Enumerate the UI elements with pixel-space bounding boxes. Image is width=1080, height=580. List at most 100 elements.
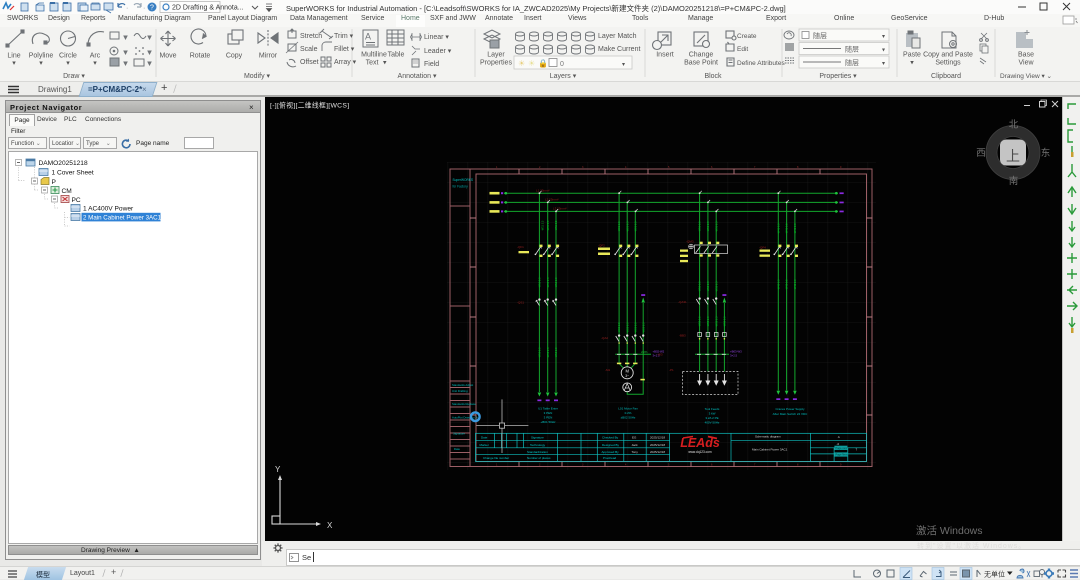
svg-text:-W11 2.5: -W11 2.5 (554, 220, 558, 231)
svg-text:-QM3: -QM3 (686, 240, 694, 244)
svg-text:[-][俯视][二维线框][WCS]: [-][俯视][二维线框][WCS] (270, 101, 349, 110)
svg-text:U1 Table Enter: U1 Table Enter (538, 407, 558, 411)
svg-text:±B02 50Hz: ±B02 50Hz (621, 416, 636, 420)
svg-text:Properties: Properties (480, 60, 512, 67)
svg-text:X: X (327, 521, 333, 530)
svg-text:Stretch: Stretch (300, 33, 322, 40)
svg-text:DAMO20251218: DAMO20251218 (39, 160, 88, 167)
svg-text:-W33 2.5: -W33 2.5 (698, 316, 702, 327)
svg-text:1 Cover Sheet: 1 Cover Sheet (52, 170, 94, 177)
svg-text:0: 0 (560, 61, 564, 68)
svg-text:-W13 2.5: -W13 2.5 (546, 347, 550, 358)
svg-text:Y: Y (275, 465, 281, 474)
svg-text:随层: 随层 (813, 31, 827, 40)
svg-text:▾: ▾ (882, 48, 885, 54)
svg-text:Copy: Copy (226, 53, 243, 60)
svg-text:L01 Motor Fan: L01 Motor Fan (618, 407, 638, 411)
svg-text:Date: Date (454, 447, 460, 451)
svg-text:-W41 2.5: -W41 2.5 (776, 223, 780, 234)
svg-text:0.2%: 0.2% (625, 411, 632, 415)
svg-text:▾: ▾ (148, 35, 151, 41)
svg-text:Date: Date (481, 436, 488, 440)
svg-text:-QA31: -QA31 (678, 300, 687, 304)
svg-text:P: P (52, 179, 57, 186)
svg-text:Signature: Signature (531, 436, 544, 440)
svg-text:-M1: -M1 (605, 368, 610, 372)
svg-text:Change file number: Change file number (483, 456, 509, 460)
svg-text:Linear ▾: Linear ▾ (424, 34, 449, 41)
svg-text:A: A (365, 32, 371, 42)
svg-text:-W31 2.5: -W31 2.5 (706, 221, 710, 232)
svg-text:-W32 2.5: -W32 2.5 (714, 281, 718, 292)
svg-text:激活 Windows: 激活 Windows (916, 524, 983, 537)
svg-text:Offset: Offset (300, 59, 319, 66)
svg-text:北: 北 (1009, 120, 1019, 131)
svg-text:-W41 2.5: -W41 2.5 (793, 223, 797, 234)
svg-text:Draw ▾: Draw ▾ (63, 73, 85, 80)
svg-text:无单位: 无单位 (984, 570, 1005, 579)
svg-text:Schematic diagram: Schematic diagram (755, 434, 781, 438)
svg-text:2025/12/18: 2025/12/18 (650, 436, 665, 440)
svg-text:-W12 2.5: -W12 2.5 (554, 277, 558, 288)
svg-text:Fillet ▾: Fillet ▾ (334, 46, 355, 53)
svg-text:▾: ▾ (39, 60, 43, 67)
svg-text:Settings: Settings (935, 60, 961, 67)
svg-text:上: 上 (1006, 148, 1020, 164)
svg-text:·: · (143, 5, 145, 12)
svg-text:▾: ▾ (882, 61, 885, 67)
svg-text:A: A (838, 435, 840, 439)
svg-text:-W13 2.5: -W13 2.5 (554, 347, 558, 358)
svg-text:View: View (1018, 60, 1034, 67)
svg-text:▾: ▾ (148, 61, 151, 67)
svg-text:?: ? (150, 5, 154, 12)
svg-text:▾: ▾ (12, 60, 16, 67)
svg-text:▾: ▾ (910, 60, 914, 67)
svg-text:Tool Feeds: Tool Feeds (705, 407, 720, 411)
svg-text:Define Attributes: Define Attributes (737, 60, 785, 67)
svg-text:Trim ▾: Trim ▾ (334, 33, 354, 40)
svg-text:-W21 2.5: -W21 2.5 (617, 221, 621, 232)
svg-text:Polyline: Polyline (29, 53, 54, 60)
svg-text:-W22 2.5: -W22 2.5 (625, 322, 629, 333)
svg-text:Rotate: Rotate (190, 53, 211, 60)
svg-text:-W22 2.5: -W22 2.5 (617, 322, 621, 333)
svg-text:▾: ▾ (124, 61, 127, 67)
svg-text:-QA2: -QA2 (601, 336, 608, 340)
svg-text:AutoPlot Drawing Ch: AutoPlot Drawing Ch (452, 416, 478, 420)
svg-text:SuperWORKS: SuperWORKS (453, 178, 474, 182)
svg-text:Arc: Arc (90, 53, 101, 60)
svg-text:南: 南 (1009, 175, 1019, 187)
svg-text:▾: ▾ (66, 60, 70, 67)
svg-text:-W42 2.5: -W42 2.5 (776, 279, 780, 290)
svg-text:Proofread: Proofread (603, 456, 617, 460)
svg-text:▾: ▾ (622, 62, 625, 68)
svg-text:Change: Change (689, 52, 714, 59)
svg-text:-W33 2.5: -W33 2.5 (714, 316, 718, 327)
svg-text:M: M (625, 369, 629, 374)
svg-text:Main Cabinet Power 3AC1: Main Cabinet Power 3AC1 (752, 448, 788, 452)
svg-text:Paste: Paste (903, 52, 921, 59)
svg-text:Modify ▾: Modify ▾ (244, 73, 271, 80)
svg-text:-W41 2.5: -W41 2.5 (785, 223, 789, 234)
svg-text:400V 50Hz: 400V 50Hz (705, 421, 720, 425)
svg-text:Edit: Edit (737, 46, 748, 53)
svg-text:Annotation ▾: Annotation ▾ (398, 73, 437, 80)
svg-text:-0: -0 (837, 442, 840, 446)
svg-text:3 kW: 3 kW (709, 412, 716, 416)
svg-text:Mirror: Mirror (259, 53, 278, 60)
svg-text:-W12 2.5: -W12 2.5 (538, 277, 542, 288)
svg-text:Clipboard: Clipboard (931, 73, 961, 80)
svg-text:Technology: Technology (530, 443, 546, 447)
svg-text:Circle: Circle (59, 53, 77, 60)
svg-text:-W32 2.5: -W32 2.5 (698, 281, 702, 292)
svg-text:Multiline: Multiline (361, 52, 387, 59)
svg-text:-W42 2.5: -W42 2.5 (793, 279, 797, 290)
svg-text:-QS1: -QS1 (517, 301, 524, 305)
svg-text:▾: ▾ (148, 50, 151, 56)
svg-text:1 AC400V Power: 1 AC400V Power (83, 206, 134, 213)
svg-text:Marker: Marker (480, 443, 489, 447)
svg-text:-W33 2.5: -W33 2.5 (723, 316, 727, 327)
svg-text:Unit Drafting: Unit Drafting (452, 389, 468, 393)
svg-text:Standardization: Standardization (527, 450, 548, 454)
svg-text:L1 25mm²: L1 25mm² (536, 188, 550, 192)
